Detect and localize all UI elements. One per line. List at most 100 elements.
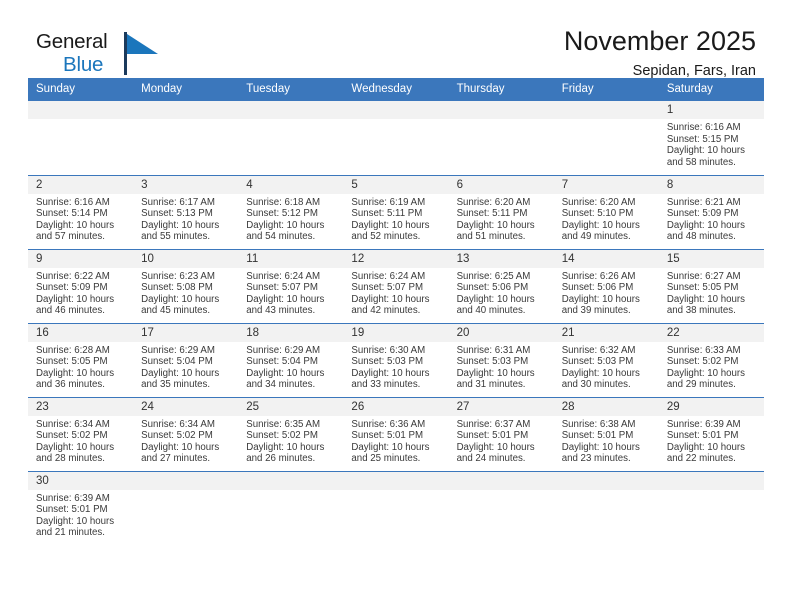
day-number: 29: [658, 397, 764, 416]
calendar-week-row: 9 Sunrise: 6:22 AM Sunset: 5:09 PM Daylight…: [28, 248, 764, 323]
calendar-day-cell[interactable]: 1 Sunrise: 6:16 AM Sunset: 5:15 PM Daylight…: [658, 101, 764, 175]
day-details: Sunrise: 6:39 AM Sunset: 5:01 PM Daylight:…: [28, 490, 133, 539]
calendar-day-cell[interactable]: 8 Sunrise: 6:21 AM Sunset: 5:09 PM Daylight…: [658, 174, 764, 249]
calendar-day-cell[interactable]: 29 Sunrise: 6:39 AM Sunset: 5:01 PM Dayligh…: [658, 396, 764, 471]
daylight-duration-line1: Daylight: 10 hours: [351, 441, 430, 453]
daylight-duration-line2: and 28 minutes.: [36, 453, 105, 465]
day-number: 13: [448, 249, 554, 268]
calendar-day-cell[interactable]: 15 Sunrise: 6:27 AM Sunset: 5:05 PM Dayligh…: [658, 248, 764, 323]
calendar-day-cell[interactable]: 11 Sunrise: 6:24 AM Sunset: 5:07 PM Dayligh…: [238, 248, 344, 323]
sunset-time: Sunset: 5:03 PM: [561, 356, 634, 368]
sunrise-time: Sunrise: 6:21 AM: [666, 196, 741, 208]
calendar-day-cell[interactable]: 18 Sunrise: 6:29 AM Sunset: 5:04 PM Dayligh…: [238, 322, 344, 397]
day-details: Sunrise: 6:20 AM Sunset: 5:10 PM Daylight:…: [554, 194, 659, 243]
day-details: Sunrise: 6:17 AM Sunset: 5:13 PM Daylight:…: [133, 194, 238, 243]
calendar-header-row: Sunday Monday Tuesday Wednesday Thursday Frid…: [28, 78, 764, 101]
daylight-duration-line2: and 54 minutes.: [246, 231, 316, 243]
calendar-day-cell[interactable]: 27 Sunrise: 6:37 AM Sunset: 5:01 PM Dayligh…: [448, 396, 554, 471]
day-number: [238, 471, 344, 490]
day-details: Sunrise: 6:26 AM Sunset: 5:06 PM Daylight:…: [554, 268, 659, 317]
day-number: 9: [28, 249, 134, 268]
day-details: Sunrise: 6:27 AM Sunset: 5:05 PM Daylight:…: [659, 268, 764, 317]
daylight-duration-line1: Daylight: 10 hours: [351, 219, 430, 231]
day-number: 14: [553, 249, 659, 268]
calendar-day-cell[interactable]: 21 Sunrise: 6:32 AM Sunset: 5:03 PM Dayligh…: [553, 322, 659, 397]
calendar-week-row: 1 Sunrise: 6:16 AM Sunset: 5:15 PM Daylight…: [28, 101, 764, 175]
day-details: Sunrise: 6:28 AM Sunset: 5:05 PM Daylight:…: [28, 342, 133, 391]
sunset-time: Sunset: 5:01 PM: [561, 430, 634, 442]
daylight-duration-line2: and 58 minutes.: [666, 156, 736, 168]
day-details: Sunrise: 6:30 AM Sunset: 5:03 PM Daylight:…: [343, 342, 448, 391]
daylight-duration-line2: and 23 minutes.: [561, 453, 631, 465]
calendar-day-cell-empty: [343, 101, 449, 175]
calendar-day-cell[interactable]: 10 Sunrise: 6:23 AM Sunset: 5:08 PM Dayligh…: [133, 248, 239, 323]
calendar-day-cell[interactable]: 19 Sunrise: 6:30 AM Sunset: 5:03 PM Dayligh…: [343, 322, 449, 397]
day-details: Sunrise: 6:29 AM Sunset: 5:04 PM Daylight:…: [238, 342, 343, 391]
sunrise-time: Sunrise: 6:19 AM: [351, 196, 426, 208]
calendar-week-row: 23 Sunrise: 6:34 AM Sunset: 5:02 PM Dayligh…: [28, 396, 764, 471]
sunset-time: Sunset: 5:02 PM: [246, 430, 318, 442]
calendar-day-cell[interactable]: 5 Sunrise: 6:19 AM Sunset: 5:11 PM Daylight…: [343, 174, 449, 249]
calendar-day-cell[interactable]: 9 Sunrise: 6:22 AM Sunset: 5:09 PM Daylight…: [28, 248, 134, 323]
calendar-day-cell[interactable]: 12 Sunrise: 6:24 AM Sunset: 5:07 PM Dayligh…: [343, 248, 449, 323]
day-details: Sunrise: 6:23 AM Sunset: 5:08 PM Daylight:…: [133, 268, 238, 317]
day-details: Sunrise: 6:39 AM Sunset: 5:01 PM Daylight:…: [659, 416, 764, 465]
daylight-duration-line2: and 27 minutes.: [141, 453, 211, 465]
calendar-day-cell[interactable]: 30 Sunrise: 6:39 AM Sunset: 5:01 PM Dayligh…: [28, 470, 134, 545]
weekday-header-thursday: Thursday: [448, 78, 554, 101]
calendar-day-cell-empty: [448, 101, 554, 175]
daylight-duration-line1: Daylight: 10 hours: [246, 219, 325, 231]
calendar-day-cell[interactable]: 3 Sunrise: 6:17 AM Sunset: 5:13 PM Daylight…: [133, 174, 239, 249]
calendar-day-cell[interactable]: 2 Sunrise: 6:16 AM Sunset: 5:14 PM Daylight…: [28, 174, 134, 249]
calendar-day-cell[interactable]: 23 Sunrise: 6:34 AM Sunset: 5:02 PM Dayligh…: [28, 396, 134, 471]
day-number: [658, 471, 764, 490]
sunset-time: Sunset: 5:06 PM: [561, 282, 634, 294]
calendar-day-cell[interactable]: 7 Sunrise: 6:20 AM Sunset: 5:10 PM Daylight…: [553, 174, 659, 249]
daylight-duration-line2: and 30 minutes.: [561, 379, 631, 391]
sunrise-time: Sunrise: 6:27 AM: [666, 270, 741, 282]
sunset-time: Sunset: 5:13 PM: [141, 208, 213, 220]
day-details: Sunrise: 6:32 AM Sunset: 5:03 PM Daylight:…: [554, 342, 659, 391]
calendar-day-cell-empty: [448, 470, 554, 545]
calendar-day-cell[interactable]: 28 Sunrise: 6:38 AM Sunset: 5:01 PM Dayligh…: [553, 396, 659, 471]
daylight-duration-line1: Daylight: 10 hours: [666, 219, 745, 231]
weekday-header-monday: Monday: [133, 78, 239, 101]
calendar-day-cell[interactable]: 4 Sunrise: 6:18 AM Sunset: 5:12 PM Daylight…: [238, 174, 344, 249]
general-blue-logo[interactable]: General Blue: [36, 26, 176, 78]
sunset-time: Sunset: 5:06 PM: [456, 282, 529, 294]
sunset-time: Sunset: 5:11 PM: [351, 208, 423, 220]
daylight-duration-line2: and 22 minutes.: [666, 453, 736, 465]
sunrise-time: Sunrise: 6:34 AM: [141, 418, 215, 430]
day-number: 5: [343, 175, 449, 194]
calendar-day-cell[interactable]: 20 Sunrise: 6:31 AM Sunset: 5:03 PM Dayligh…: [448, 322, 554, 397]
sunset-time: Sunset: 5:11 PM: [456, 208, 528, 220]
weekday-header-tuesday: Tuesday: [238, 78, 344, 101]
calendar-day-cell[interactable]: 17 Sunrise: 6:29 AM Sunset: 5:04 PM Dayligh…: [133, 322, 239, 397]
sunset-time: Sunset: 5:04 PM: [141, 356, 213, 368]
daylight-duration-line2: and 29 minutes.: [666, 379, 736, 391]
weekday-header-wednesday: Wednesday: [343, 78, 449, 101]
daylight-duration-line1: Daylight: 10 hours: [456, 293, 535, 305]
sunset-time: Sunset: 5:05 PM: [36, 356, 108, 368]
sunrise-time: Sunrise: 6:24 AM: [351, 270, 426, 282]
calendar-day-cell[interactable]: 24 Sunrise: 6:34 AM Sunset: 5:02 PM Dayligh…: [133, 396, 239, 471]
day-details: Sunrise: 6:24 AM Sunset: 5:07 PM Daylight:…: [343, 268, 448, 317]
calendar-day-cell[interactable]: 6 Sunrise: 6:20 AM Sunset: 5:11 PM Daylight…: [448, 174, 554, 249]
sunset-time: Sunset: 5:09 PM: [666, 208, 739, 220]
sunrise-time: Sunrise: 6:26 AM: [561, 270, 636, 282]
day-number: 2: [28, 175, 134, 194]
sunset-time: Sunset: 5:01 PM: [351, 430, 424, 442]
day-details: Sunrise: 6:35 AM Sunset: 5:02 PM Daylight:…: [238, 416, 343, 465]
calendar-day-cell[interactable]: 14 Sunrise: 6:26 AM Sunset: 5:06 PM Dayligh…: [553, 248, 659, 323]
calendar-day-cell[interactable]: 13 Sunrise: 6:25 AM Sunset: 5:06 PM Dayligh…: [448, 248, 554, 323]
calendar-day-cell-empty: [28, 101, 134, 175]
sunrise-time: Sunrise: 6:17 AM: [141, 196, 215, 208]
sunset-time: Sunset: 5:07 PM: [246, 282, 318, 294]
calendar-day-cell[interactable]: 26 Sunrise: 6:36 AM Sunset: 5:01 PM Dayligh…: [343, 396, 449, 471]
day-details: Sunrise: 6:24 AM Sunset: 5:07 PM Daylight:…: [238, 268, 343, 317]
calendar-day-cell[interactable]: 25 Sunrise: 6:35 AM Sunset: 5:02 PM Dayligh…: [238, 396, 344, 471]
calendar-day-cell[interactable]: 22 Sunrise: 6:33 AM Sunset: 5:02 PM Dayligh…: [658, 322, 764, 397]
sunrise-time: Sunrise: 6:31 AM: [456, 344, 531, 356]
calendar-day-cell[interactable]: 16 Sunrise: 6:28 AM Sunset: 5:05 PM Dayligh…: [28, 322, 134, 397]
day-number: [133, 471, 239, 490]
